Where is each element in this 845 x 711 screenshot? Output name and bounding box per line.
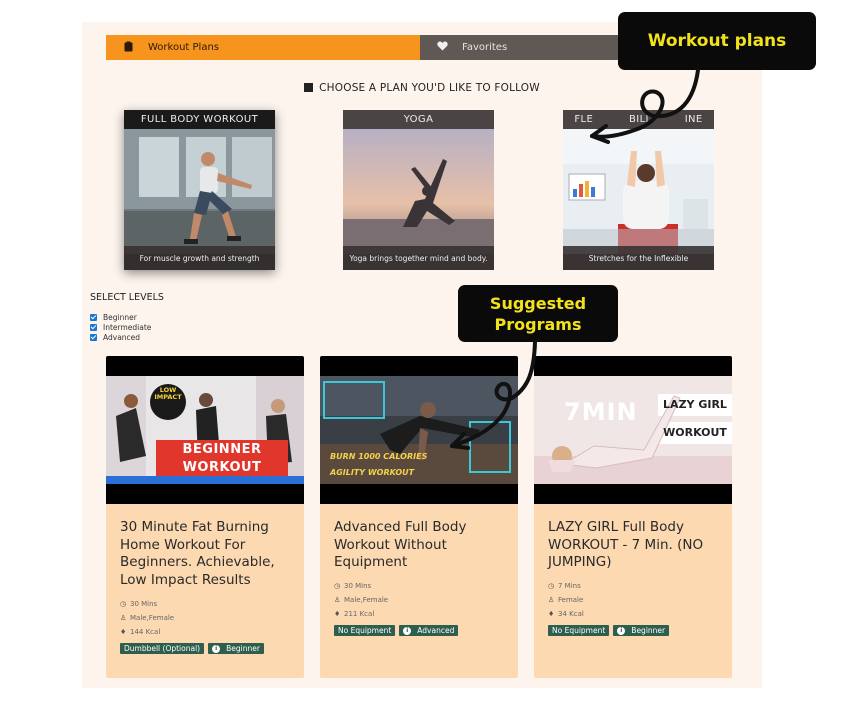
thumb-text-workout: WORKOUT xyxy=(663,426,727,439)
plan-image-flexibility xyxy=(563,129,714,254)
person-icon: ♙ xyxy=(120,614,127,622)
flame-icon: ♦ xyxy=(334,610,341,618)
person-icon: ♙ xyxy=(334,596,341,604)
video-thumbnail: 7MIN LAZY GIRL WORKOUT xyxy=(534,376,732,484)
clock-icon: ◷ xyxy=(120,600,127,608)
flame-icon: ♦ xyxy=(120,628,127,636)
callout-workout-plans-text: Workout plans xyxy=(647,31,787,51)
video-thumbnail: BURN 1000 CALORIES AGILITY WORKOUT xyxy=(320,376,518,484)
thumb-text-burn: BURN 1000 CALORIES xyxy=(330,452,428,461)
choose-plan-text: CHOOSE A PLAN YOU'D LIKE TO FOLLOW xyxy=(319,82,540,94)
program-gender: ♙ Male,Female xyxy=(120,614,174,622)
level-tag: i Advanced xyxy=(399,625,459,636)
duration-value: 30 Mins xyxy=(344,582,372,590)
plan-image-yoga xyxy=(343,129,494,254)
program-tags: No Equipment i Beginner xyxy=(548,625,670,636)
level-tag: i Beginner xyxy=(613,625,670,636)
plan-caption: For muscle growth and strength xyxy=(124,246,275,270)
level-checkbox-beginner[interactable]: Beginner xyxy=(90,313,137,322)
callout-suggested-line1: Suggested xyxy=(489,293,587,313)
chevron-down-icon xyxy=(304,83,314,92)
callout-workout-plans: Workout plans xyxy=(618,12,816,70)
level-label: Advanced xyxy=(103,333,141,342)
tab-workout-plans-label: Workout Plans xyxy=(148,42,220,53)
program-title[interactable]: LAZY GIRL Full Body WORKOUT - 7 Min. (NO… xyxy=(548,519,720,572)
program-duration: ◷ 30 Mins xyxy=(334,582,371,590)
plan-card-full-body[interactable]: FULL BODY WORKOUT For muscle growth and … xyxy=(124,110,275,270)
thumb-text-low-impact: LOW IMPACT xyxy=(154,386,182,401)
equipment-tag: No Equipment xyxy=(334,625,396,636)
video-thumbnail: LOW IMPACT BEGINNER WORKOUT xyxy=(106,376,304,484)
level-checkbox-advanced[interactable]: Advanced xyxy=(90,333,140,342)
program-card-2[interactable]: BURN 1000 CALORIES AGILITY WORKOUT Advan… xyxy=(320,356,518,678)
level-tag-label: Beginner xyxy=(226,644,260,653)
level-tag-label: Beginner xyxy=(631,626,666,635)
tab-workout-plans[interactable]: Workout Plans xyxy=(106,35,420,60)
program-title[interactable]: Advanced Full Body Workout Without Equip… xyxy=(334,519,506,572)
thumb-text-workout: WORKOUT xyxy=(182,460,262,475)
flame-icon: ♦ xyxy=(548,610,555,618)
program-card-1[interactable]: LOW IMPACT BEGINNER WORKOUT 30 Minute Fa… xyxy=(106,356,304,678)
checkbox-checked-icon xyxy=(90,334,97,341)
person-icon: ♙ xyxy=(548,596,555,604)
calories-value: 144 Kcal xyxy=(130,628,161,636)
plan-title: YOGA xyxy=(403,114,434,125)
level-tag: i Beginner xyxy=(208,643,264,654)
program-gender: ♙ Male,Female xyxy=(334,596,388,604)
program-card-3[interactable]: 7MIN LAZY GIRL WORKOUT LAZY GIRL Full Bo… xyxy=(534,356,732,678)
plan-image-full-body xyxy=(124,129,275,254)
program-tags: Dumbbell (Optional) i Beginner xyxy=(120,643,264,654)
clock-icon: ◷ xyxy=(334,582,341,590)
workout-panel: Workout Plans Favorites CHOOSE A PLAN YO… xyxy=(82,22,762,688)
duration-value: 30 Mins xyxy=(130,600,158,608)
equipment-tag: No Equipment xyxy=(548,625,610,636)
program-duration: ◷ 30 Mins xyxy=(120,600,157,608)
info-icon: i xyxy=(403,626,412,635)
plan-title: FULL BODY WORKOUT xyxy=(140,114,259,125)
level-checkbox-intermediate[interactable]: Intermediate xyxy=(90,323,151,332)
calories-value: 211 Kcal xyxy=(344,610,375,618)
choose-plan-heading: CHOOSE A PLAN YOU'D LIKE TO FOLLOW xyxy=(82,82,762,94)
gender-value: Male,Female xyxy=(344,596,389,604)
equipment-tag: Dumbbell (Optional) xyxy=(120,643,205,654)
callout-suggested-line2: Programs xyxy=(494,314,582,334)
calories-value: 34 Kcal xyxy=(558,610,584,618)
checkbox-checked-icon xyxy=(90,324,97,331)
program-title[interactable]: 30 Minute Fat Burning Home Workout For B… xyxy=(120,519,292,589)
video-player[interactable]: LOW IMPACT BEGINNER WORKOUT xyxy=(106,356,304,504)
thumb-text-lazy-girl: LAZY GIRL xyxy=(663,398,727,411)
program-duration: ◷ 7 Mins xyxy=(548,582,581,590)
select-levels-title: SELECT LEVELS xyxy=(90,292,164,303)
gender-value: Male,Female xyxy=(130,614,175,622)
plan-caption: Yoga brings together mind and body. xyxy=(343,246,494,270)
gender-value: Female xyxy=(558,596,584,604)
heart-icon xyxy=(436,41,448,54)
video-player[interactable]: 7MIN LAZY GIRL WORKOUT xyxy=(534,356,732,504)
program-calories: ♦ 211 Kcal xyxy=(334,610,374,618)
plan-card-flexibility[interactable]: FLE BILI INE Stretches for the Inflexibl… xyxy=(563,110,714,270)
thumb-text-beginner: BEGINNER xyxy=(182,442,262,457)
program-gender: ♙ Female xyxy=(548,596,583,604)
level-tag-label: Advanced xyxy=(417,626,455,635)
plan-title: FLE BILI INE xyxy=(574,114,703,125)
clipboard-icon xyxy=(122,41,134,55)
tab-bar: Workout Plans Favorites xyxy=(106,35,666,60)
info-icon: i xyxy=(212,644,221,653)
video-player[interactable]: BURN 1000 CALORIES AGILITY WORKOUT xyxy=(320,356,518,504)
thumb-text-7min: 7MIN xyxy=(564,398,638,426)
plan-card-yoga[interactable]: YOGA Yoga brings together mind and body. xyxy=(343,110,494,270)
level-label: Intermediate xyxy=(103,323,152,332)
checkbox-checked-icon xyxy=(90,314,97,321)
thumb-text-agility: AGILITY WORKOUT xyxy=(330,468,415,477)
level-label: Beginner xyxy=(103,313,137,322)
duration-value: 7 Mins xyxy=(558,582,581,590)
clock-icon: ◷ xyxy=(548,582,555,590)
info-icon: i xyxy=(617,626,626,635)
program-tags: No Equipment i Advanced xyxy=(334,625,459,636)
tab-favorites-label: Favorites xyxy=(462,42,508,53)
callout-suggested-programs: Suggested Programs xyxy=(458,285,618,342)
program-calories: ♦ 34 Kcal xyxy=(548,610,584,618)
plan-caption: Stretches for the Inflexible xyxy=(563,246,714,270)
program-calories: ♦ 144 Kcal xyxy=(120,628,160,636)
